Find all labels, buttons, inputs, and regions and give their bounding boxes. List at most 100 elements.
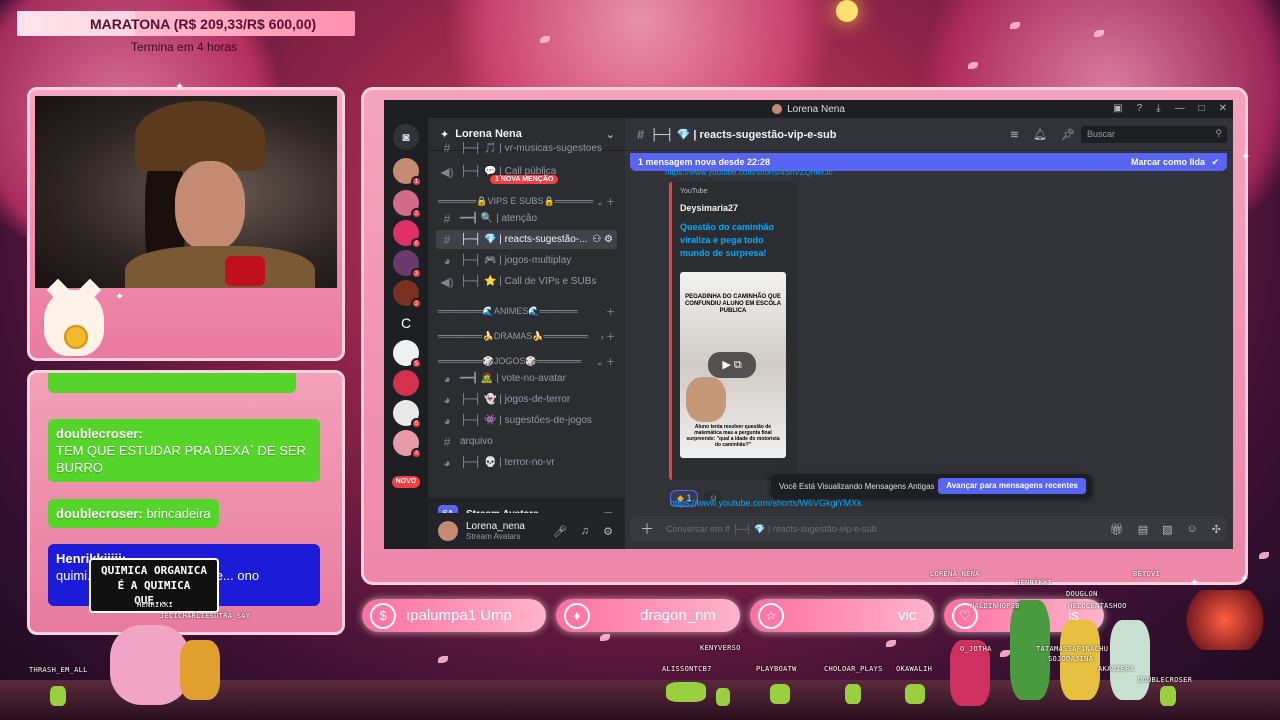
pin-icon[interactable]: 📌︎ (1061, 128, 1075, 141)
category-label: ══════🔒VIPS E SUBS🔒══════ (438, 195, 593, 206)
avatar-tag: NALDINHOPSB (970, 602, 1020, 610)
avatar-tag: DOUBLECROSER (1138, 676, 1193, 684)
avatar-character (110, 625, 190, 705)
message-link[interactable]: https://www.youtube.com/shorts/4SnVZQmer… (665, 168, 833, 177)
add-channel-icon[interactable]: › ＋ (601, 330, 616, 343)
channel-item[interactable]: # ━━┫ 🔍 | atenção (436, 209, 617, 228)
mark-read-icon[interactable]: ✔ (1211, 157, 1219, 168)
search-icon: ⚲ (1215, 128, 1222, 138)
server-icon[interactable]: 6 (393, 220, 422, 249)
add-channel-icon[interactable]: ＋ (606, 305, 615, 318)
hash-icon: # (443, 211, 451, 226)
message-link[interactable]: https://www.youtube.com/shorts/W6VGkgiYM… (670, 498, 862, 508)
add-attachment-icon[interactable]: ＋ (640, 519, 654, 539)
category-header[interactable]: ══════🔒VIPS E SUBS🔒══════ ⌄ ＋ (438, 194, 615, 208)
embed-author[interactable]: Deysimaria27 (680, 203, 789, 213)
avatar-tag: KENYVERSO (700, 644, 741, 652)
server-icon[interactable]: 9 (393, 340, 422, 369)
channel-title: ├─┤ 💎 | reacts-sugestão-vip-e-sub (650, 128, 837, 141)
server-icon[interactable]: C (393, 310, 419, 336)
play-icon[interactable]: ▶ ⧉ (708, 352, 756, 378)
avatar-character (1180, 590, 1270, 650)
streamer-hat (135, 101, 265, 171)
maximize-icon[interactable]: □ (1199, 103, 1205, 114)
discord-home-icon[interactable]: ◙ (393, 124, 419, 150)
embed-provider: YouTube (680, 188, 708, 195)
search-input[interactable]: Buscar ⚲ (1081, 126, 1227, 143)
title-bar: Lorena Nena ▣ ? ⤓ — □ ✕ (384, 100, 1233, 118)
old-messages-banner: Você Está Visualizando Mensagens Antigas… (771, 474, 1092, 498)
server-icon[interactable] (393, 370, 419, 396)
hash-icon: # (443, 232, 451, 247)
apps-icon[interactable]: ✣ (1212, 523, 1221, 536)
server-icon[interactable]: 3 (393, 250, 422, 279)
sticker-icon[interactable]: ▧ (1162, 523, 1172, 536)
hash-icon: # (637, 126, 645, 142)
avatar[interactable] (438, 521, 458, 541)
server-icon[interactable]: 4 (393, 430, 422, 459)
channel-item[interactable]: # arquivo (436, 432, 617, 451)
download-icon[interactable]: ⤓ (1156, 103, 1160, 114)
avatar-character (770, 684, 790, 704)
forum-icon: ◕ (443, 413, 451, 428)
channel-item[interactable]: ◕ ├─┤ 🎮 | jogos-multiplay (436, 251, 617, 270)
channel-label: ├─┤ 👾 | sugestões-de-jogos (460, 415, 592, 426)
help-icon[interactable]: ? (1137, 103, 1143, 114)
server-name: Lorena Nena (455, 128, 522, 140)
petal (438, 656, 448, 663)
channel-item[interactable]: ◕ ├─┤ 👾 | sugestões-de-jogos (436, 411, 617, 430)
avatar-tag: SOJODAJINA (1048, 655, 1094, 663)
avatar-character (180, 640, 220, 700)
channel-item[interactable]: ◀) ├─┤ ⭐ | Call de VIPs e SUBs (436, 272, 617, 291)
channel-item-selected[interactable]: # ├─┤ 💎 | reacts-sugestão-... ⚇ ⚙ (436, 230, 617, 249)
user-name: Lorena_nena (466, 521, 525, 532)
headphones-icon[interactable]: ♫ (581, 525, 589, 538)
video-thumbnail[interactable]: PEGADINHA DO CAMINHÃO QUE CONFUNDIU ALUN… (680, 272, 786, 458)
channel-item[interactable]: # ├─┤ 🎵 | vr-musicas-sugestoes (436, 142, 617, 154)
forum-icon: ◕ (443, 371, 451, 386)
streamer-face (175, 161, 245, 251)
category-header[interactable]: ═══════🌊ANIMES🌊══════ ＋ (438, 304, 615, 318)
threads-icon[interactable]: ≋ (1010, 128, 1019, 141)
category-label: ═══════🍌DRAMAS🍌═══════ (438, 330, 589, 341)
server-icon[interactable]: 6 (393, 400, 422, 429)
gear-icon[interactable]: ⚙ (603, 525, 613, 538)
jump-to-present-button[interactable]: Avançar para mensagens recentes (938, 478, 1086, 494)
search-placeholder: Buscar (1087, 129, 1116, 139)
microphone-icon[interactable]: 🎤︎ (553, 525, 567, 538)
gif-icon[interactable]: ▤ (1138, 523, 1148, 536)
hash-icon: # (443, 142, 451, 154)
category-header[interactable]: ═══════🍌DRAMAS🍌═══════ › ＋ (438, 329, 615, 343)
channel-item[interactable]: ◕ ├─┤ 💀 | terror-no-vr (436, 453, 617, 472)
forum-icon: ◕ (443, 253, 451, 268)
mark-as-read-button[interactable]: Marcar como lida (1131, 157, 1205, 167)
category-label: ═══════🌊ANIMES🌊══════ (438, 305, 578, 316)
add-channel-icon[interactable]: ⌄ ＋ (596, 355, 615, 368)
channel-item[interactable]: ◀) ├─┤ 💬 | Call pública (436, 162, 617, 181)
window-title: Lorena Nena (787, 103, 845, 115)
channel-label: ├─┤ 🎮 | jogos-multiplay (460, 255, 572, 266)
channel-item[interactable]: ◕ ━━┫ 🧟 | vote-no-avatar (436, 369, 617, 388)
channel-item[interactable]: ◕ ├─┤ 👻 | jogos-de-terror (436, 390, 617, 409)
close-icon[interactable]: ✕ (1219, 103, 1227, 114)
embed-title[interactable]: Questão do caminhão viraliza e pega todo… (680, 221, 789, 260)
bell-icon[interactable]: 🔔︎ (1033, 128, 1047, 141)
channel-label: ├─┤ 🎵 | vr-musicas-sugestoes (460, 142, 602, 154)
message-composer[interactable]: ＋ Conversar em # ├─┤ 💎 | reacts-sugestão… (630, 516, 1227, 542)
category-header[interactable]: ═══════🎲JOGOS🎲═══════ ⌄ ＋ (438, 354, 615, 368)
server-icon[interactable]: 1 (393, 158, 422, 187)
inbox-icon[interactable]: ▣ (1113, 103, 1122, 114)
minimize-icon[interactable]: — (1175, 103, 1185, 114)
settings-icon[interactable]: ⚇ ⚙ (592, 234, 613, 245)
gift-icon[interactable]: 🎁︎ (1110, 523, 1124, 536)
alert-pill: ☆ vic (750, 599, 934, 632)
server-icon[interactable]: 2 (393, 190, 422, 219)
emoji-icon[interactable]: ☺ (1187, 523, 1198, 536)
alert-text: ıpalumpa1 Ump (406, 607, 512, 624)
avatar-tag: DOUGLON (1066, 590, 1098, 598)
server-icon[interactable]: 2 (393, 280, 422, 309)
diamond-icon: ♦ (564, 602, 590, 629)
thumbnail-caption: PEGADINHA DO CAMINHÃO QUE CONFUNDIU ALUN… (684, 294, 782, 314)
add-channel-icon[interactable]: ⌄ ＋ (596, 195, 615, 208)
user-panel: Lorena_nena Stream Avatars 🎤︎ ♫ ⚙ (428, 513, 625, 549)
